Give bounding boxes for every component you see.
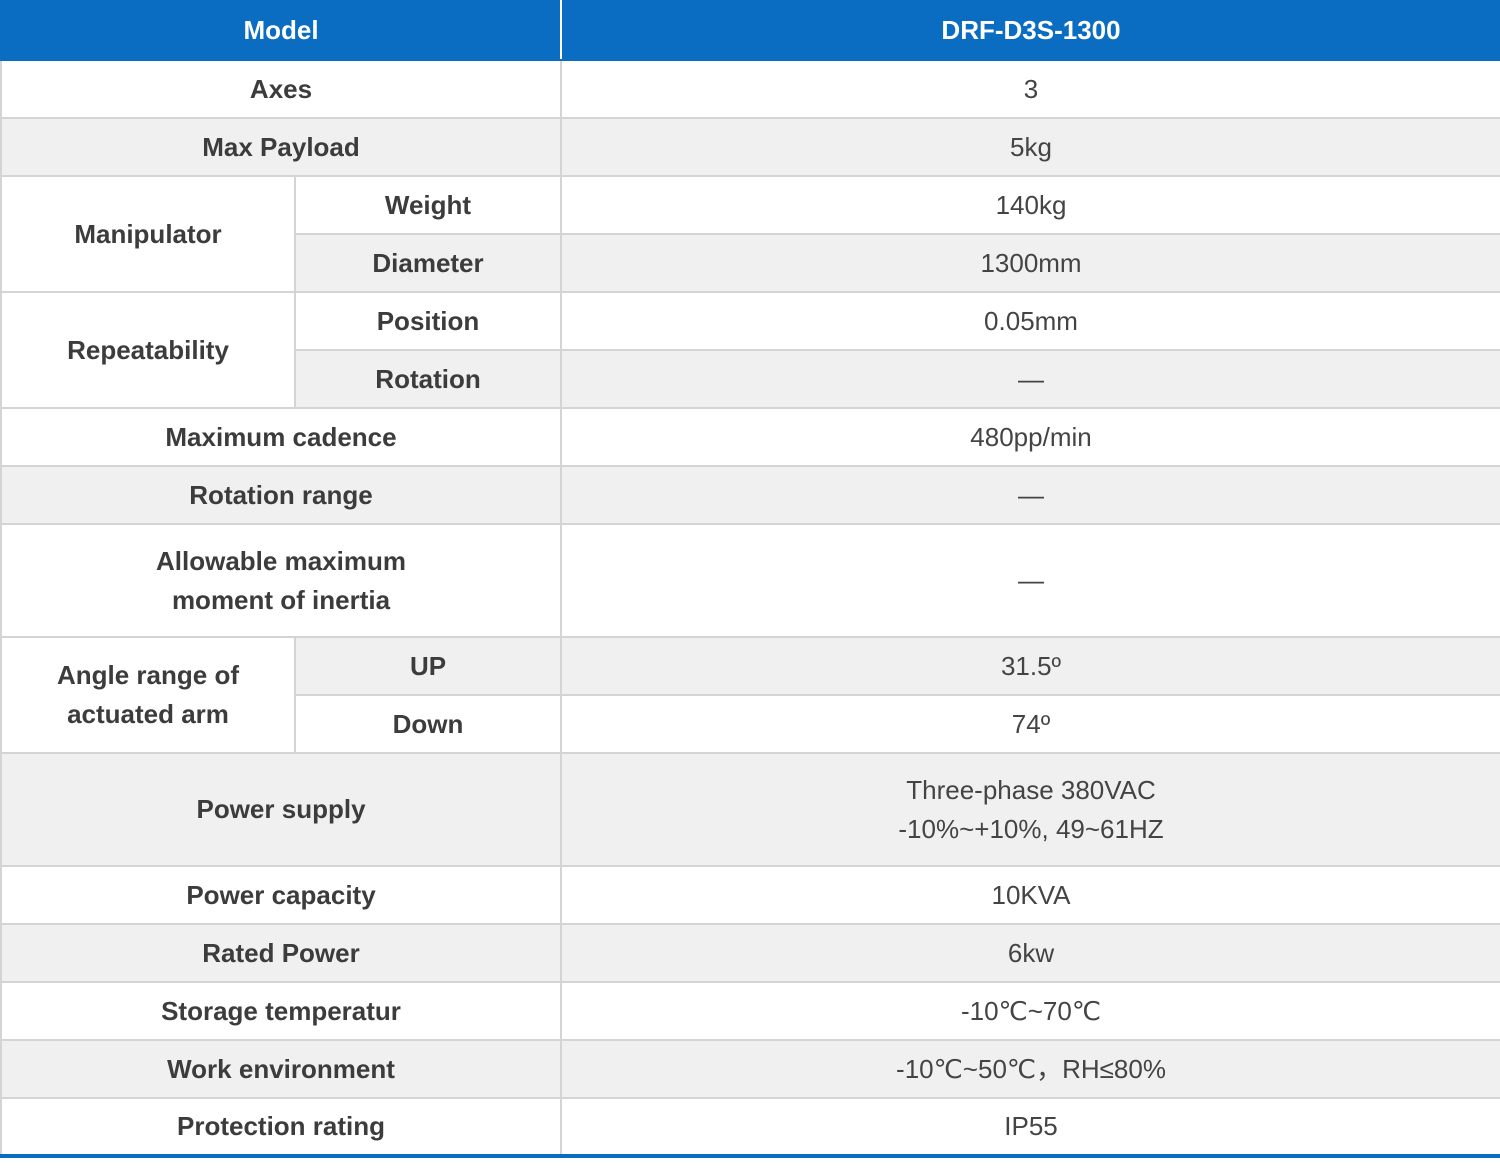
row-label: Rotation range <box>0 465 563 525</box>
row-label: Work environment <box>0 1039 563 1099</box>
row-value: 480pp/min <box>560 407 1500 467</box>
sub-label: Rotation <box>293 349 563 409</box>
table-row-power-supply: Power supply Three-phase 380VAC -10%~+10… <box>0 752 1500 867</box>
row-value: -10℃~50℃，RH≤80% <box>560 1039 1500 1099</box>
table-header-row: Model DRF-D3S-1300 <box>0 0 1500 61</box>
row-label-line1: Allowable maximum <box>156 545 406 576</box>
table-row-rotation-range: Rotation range — <box>0 465 1500 525</box>
row-value: — <box>560 349 1500 409</box>
table-row-max-cadence: Maximum cadence 480pp/min <box>0 407 1500 467</box>
row-value: 0.05mm <box>560 291 1500 351</box>
group-label-line1: Angle range of <box>56 660 239 690</box>
group-label-repeatability: Repeatability <box>0 291 296 409</box>
header-model-value: DRF-D3S-1300 <box>560 0 1500 61</box>
row-value: 31.5º <box>560 636 1500 696</box>
row-value: — <box>560 465 1500 525</box>
table-row-repeatability-position: Repeatability Position 0.05mm <box>0 291 1500 409</box>
row-label: Power supply <box>0 752 563 867</box>
sub-label: UP <box>293 636 563 696</box>
row-value: IP55 <box>560 1097 1500 1158</box>
row-label: Power capacity <box>0 865 563 925</box>
group-label-line2: actuated arm <box>67 699 229 729</box>
sub-label: Position <box>293 291 563 351</box>
header-model-label: Model <box>0 0 563 61</box>
row-value: 3 <box>560 59 1500 119</box>
table-row-rated-power: Rated Power 6kw <box>0 923 1500 983</box>
table-row-work-environment: Work environment -10℃~50℃，RH≤80% <box>0 1039 1500 1099</box>
row-value: 1300mm <box>560 233 1500 293</box>
row-label: Allowable maximum moment of inertia <box>0 523 563 638</box>
table-row-power-capacity: Power capacity 10KVA <box>0 865 1500 925</box>
group-label-manipulator: Manipulator <box>0 175 296 293</box>
row-label: Protection rating <box>0 1097 563 1158</box>
row-value-line1: Three-phase 380VAC <box>906 774 1156 805</box>
table-row-storage-temperature: Storage temperatur -10℃~70℃ <box>0 981 1500 1041</box>
row-label: Storage temperatur <box>0 981 563 1041</box>
table-row-angle-up: Angle range of actuated arm UP 31.5º <box>0 636 1500 754</box>
row-value-line2: -10%~+10%, 49~61HZ <box>898 813 1164 844</box>
row-value: 74º <box>560 694 1500 754</box>
row-label: Rated Power <box>0 923 563 983</box>
row-value: 10KVA <box>560 865 1500 925</box>
row-label-line2: moment of inertia <box>171 584 391 615</box>
sub-label: Weight <box>293 175 563 235</box>
row-value: -10℃~70℃ <box>560 981 1500 1041</box>
group-label-angle-range: Angle range of actuated arm <box>0 636 296 754</box>
spec-table: Model DRF-D3S-1300 Axes 3 Max Payload 5k… <box>0 0 1500 1158</box>
row-value: 140kg <box>560 175 1500 235</box>
row-value: — <box>560 523 1500 638</box>
row-value: 6kw <box>560 923 1500 983</box>
table-row-protection-rating: Protection rating IP55 <box>0 1097 1500 1158</box>
table-row-manipulator-weight: Manipulator Weight 140kg <box>0 175 1500 293</box>
sub-label: Diameter <box>293 233 563 293</box>
row-value: Three-phase 380VAC -10%~+10%, 49~61HZ <box>560 752 1500 867</box>
sub-label: Down <box>293 694 563 754</box>
row-label: Maximum cadence <box>0 407 563 467</box>
row-value: 5kg <box>560 117 1500 177</box>
table-row-inertia: Allowable maximum moment of inertia — <box>0 523 1500 638</box>
table-row-max-payload: Max Payload 5kg <box>0 117 1500 177</box>
row-label: Max Payload <box>0 117 563 177</box>
table-row-axes: Axes 3 <box>0 59 1500 119</box>
row-label: Axes <box>0 59 563 119</box>
